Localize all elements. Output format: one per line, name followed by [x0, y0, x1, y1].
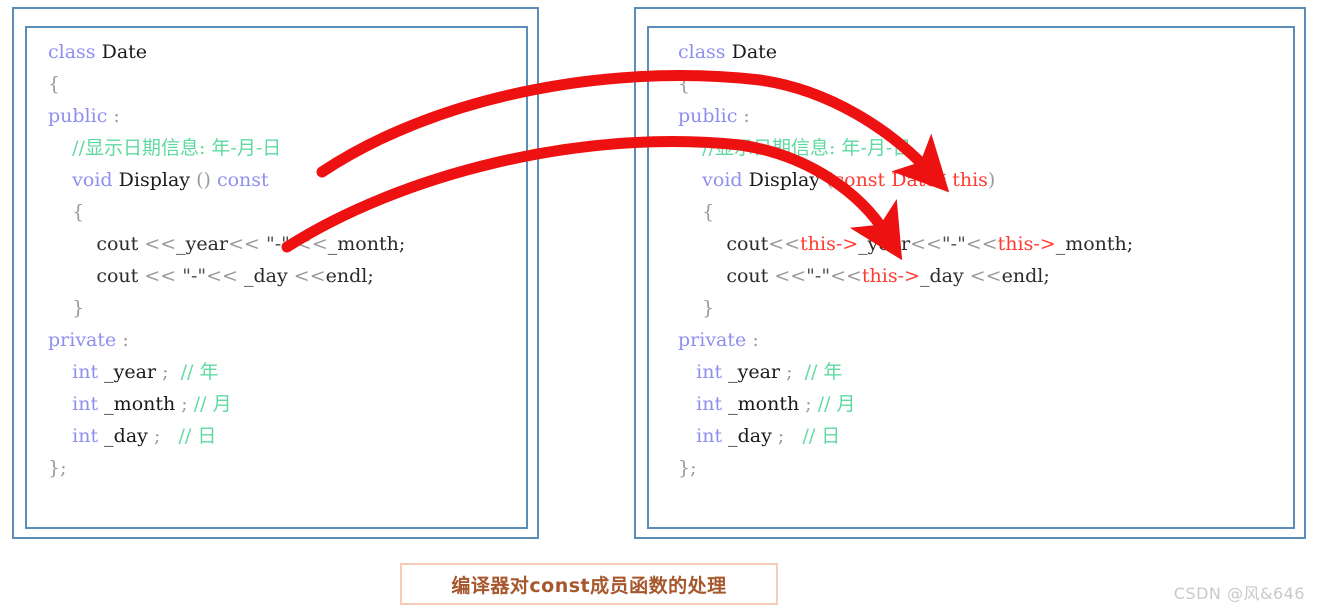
- code-line: void Display (const Date* this): [702, 169, 996, 191]
- right-code-block: class Date { public : //显示日期信息: 年-月-日 void…: [678, 36, 1133, 484]
- code-line: }: [72, 297, 85, 319]
- code-line: cout<<this->_year<<"-"<<this->_month;: [726, 233, 1134, 255]
- code-line: void Display () const: [72, 169, 269, 191]
- code-line: };: [48, 457, 67, 479]
- code-line: int _year ; // 年: [72, 361, 219, 383]
- code-line: };: [678, 457, 697, 479]
- code-line: //显示日期信息: 年-月-日: [72, 137, 282, 159]
- left-code-block: class Date { public : //显示日期信息: 年-月-日 void…: [48, 36, 405, 484]
- code-line: }: [702, 297, 715, 319]
- code-line: {: [678, 73, 691, 95]
- code-line: cout <<"-"<<this->_day <<endl;: [726, 265, 1050, 287]
- code-line: cout << "-"<< _day <<endl;: [96, 265, 374, 287]
- code-line: //显示日期信息: 年-月-日: [702, 137, 912, 159]
- caption-box: 编译器对const成员函数的处理: [400, 563, 778, 605]
- code-line: public :: [678, 105, 750, 127]
- code-line: int _month ; // 月: [696, 393, 856, 415]
- code-line: private :: [678, 329, 759, 351]
- code-line: int _month ; // 月: [72, 393, 232, 415]
- code-line: {: [702, 201, 715, 223]
- code-line: {: [48, 73, 61, 95]
- code-line: private :: [48, 329, 129, 351]
- code-line: int _year ; // 年: [696, 361, 843, 383]
- code-line: int _day ; // 日: [696, 425, 841, 447]
- code-line: class Date: [48, 41, 148, 63]
- code-line: {: [72, 201, 85, 223]
- code-line: cout <<_year<< "-" <<_month;: [96, 233, 406, 255]
- code-line: public :: [48, 105, 120, 127]
- caption-label: 编译器对const成员函数的处理: [451, 574, 727, 597]
- csdn-watermark: CSDN @风&646: [1173, 584, 1305, 603]
- code-line: int _day ; // 日: [72, 425, 217, 447]
- code-line: class Date: [678, 41, 778, 63]
